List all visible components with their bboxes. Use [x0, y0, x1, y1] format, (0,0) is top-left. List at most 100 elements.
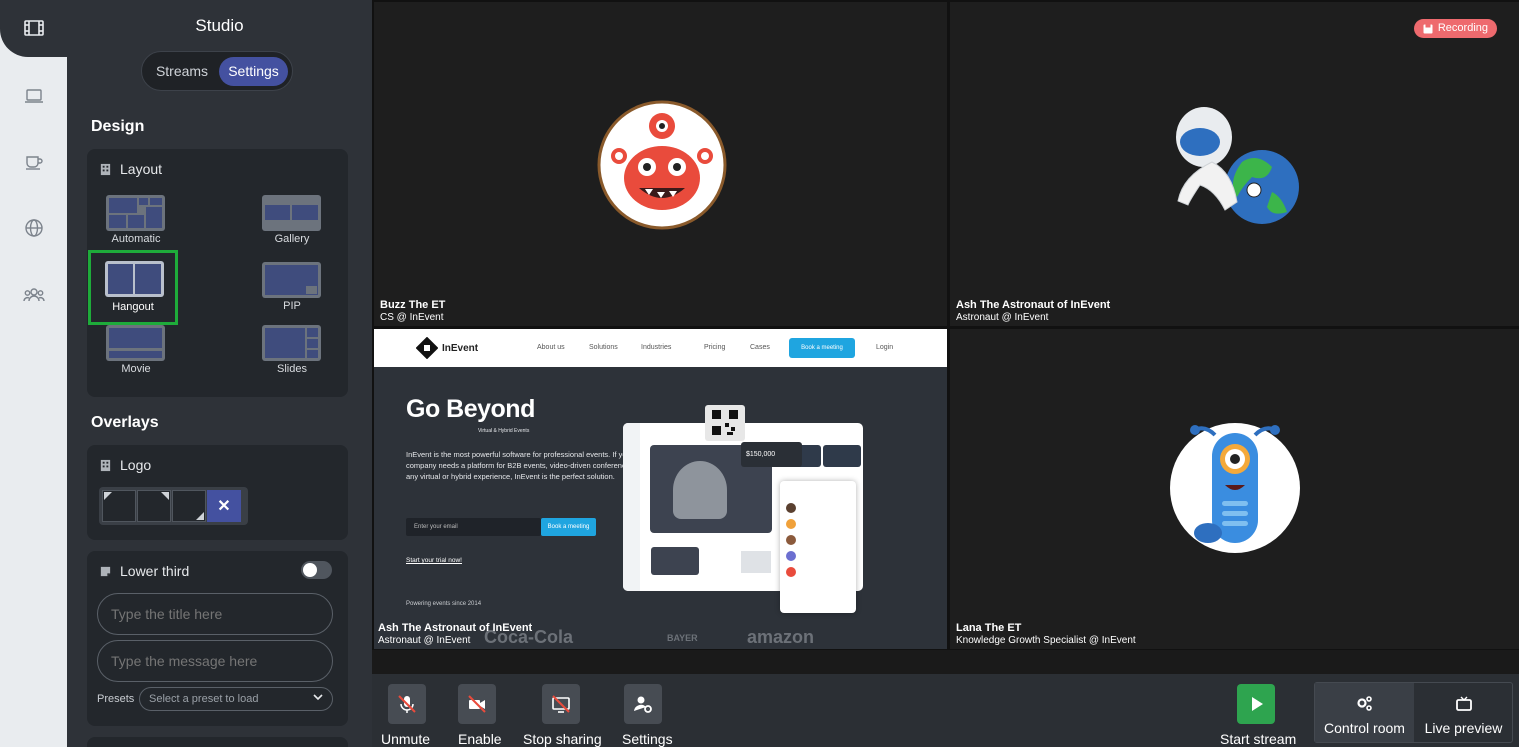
- share-headline: Go Beyond: [406, 395, 535, 423]
- participant-role: Knowledge Growth Specialist @ InEvent: [956, 635, 1136, 646]
- tab-settings[interactable]: Settings: [219, 57, 288, 86]
- design-heading: Design: [91, 118, 145, 135]
- layout-card: Layout Automatic Gallery Hangout PIP Mov…: [87, 149, 348, 397]
- next-overlay-card: [87, 737, 348, 747]
- share-book-button: Book a meeting: [789, 338, 855, 358]
- layout-movie[interactable]: Movie: [96, 325, 176, 385]
- panel-title: Studio: [195, 16, 244, 35]
- studio-icon[interactable]: [0, 3, 67, 53]
- share-nav-link: About us: [537, 344, 565, 351]
- control-room-button[interactable]: Control room: [1315, 683, 1414, 742]
- unmute-label: Unmute: [381, 731, 431, 747]
- layout-pip-label: PIP: [283, 300, 301, 312]
- stop-sharing-label: Stop sharing: [523, 731, 602, 747]
- logo-top-left[interactable]: [102, 490, 136, 522]
- left-rail: [0, 0, 67, 747]
- layout-slides[interactable]: Slides: [252, 325, 332, 385]
- participant-name: Buzz The ET: [380, 299, 446, 311]
- presets-label: Presets: [97, 693, 135, 705]
- share-paragraph: InEvent is the most powerful software fo…: [406, 450, 645, 481]
- user-settings-icon: [624, 684, 662, 724]
- logo-top-right[interactable]: [137, 490, 171, 522]
- screen-share-off-icon: [542, 684, 580, 724]
- play-icon: [1237, 684, 1275, 724]
- bottom-right-corner-icon: [196, 512, 204, 520]
- share-nav-link: Industries: [641, 344, 672, 351]
- logo-title: Logo: [120, 457, 152, 473]
- layout-header: Layout: [99, 161, 162, 177]
- participant-tile[interactable]: Buzz The ET CS @ InEvent: [374, 2, 947, 326]
- start-stream-label: Start stream: [1220, 731, 1297, 747]
- astronaut-avatar-icon: [1176, 107, 1299, 224]
- share-nav-link: Cases: [750, 344, 770, 351]
- share-app-side-panel: [780, 481, 856, 613]
- layout-automatic[interactable]: Automatic: [96, 195, 176, 255]
- building-icon: [100, 459, 111, 471]
- share-price-card: $150,000: [741, 442, 802, 467]
- alien-avatar-icon: [1170, 423, 1300, 553]
- layout-pip[interactable]: PIP: [252, 262, 332, 322]
- share-login-link: Login: [876, 344, 894, 351]
- settings-button[interactable]: Settings: [622, 684, 673, 747]
- presets-select-value: Select a preset to load: [149, 693, 259, 705]
- live-preview-button[interactable]: Live preview: [1414, 683, 1513, 742]
- people-icon[interactable]: [0, 270, 67, 320]
- lower-third-card: Lower third Presets Select a preset to l…: [87, 551, 348, 726]
- stage-grid: Buzz The ET CS @ InEvent Recording Ash T…: [372, 0, 1519, 650]
- share-powering-text: Powering events since 2014: [406, 601, 482, 607]
- layout-slides-thumb: [262, 325, 321, 361]
- note-icon: [100, 566, 111, 576]
- tab-streams[interactable]: Streams: [148, 57, 216, 86]
- enable-label: Enable: [458, 731, 502, 747]
- globe-icon[interactable]: [0, 203, 67, 253]
- logo-card: Logo ✕: [87, 445, 348, 540]
- participant-role: CS @ InEvent: [380, 312, 444, 323]
- building-icon: [100, 163, 111, 175]
- lower-third-message-input[interactable]: [97, 640, 333, 682]
- participant-role: Astronaut @ InEvent: [378, 635, 471, 646]
- laptop-icon[interactable]: [0, 71, 67, 121]
- recording-label: Recording: [1437, 22, 1488, 34]
- layout-hangout[interactable]: Hangout: [88, 250, 178, 325]
- start-stream-button[interactable]: Start stream: [1220, 684, 1297, 747]
- top-right-corner-icon: [161, 492, 169, 500]
- layout-movie-label: Movie: [121, 363, 151, 375]
- chevron-down-icon: [313, 694, 323, 701]
- share-website-nav: InEvent About us Solutions Industries Pr…: [374, 329, 947, 367]
- participant-tile[interactable]: Recording Ash The Astronaut of InEvent A…: [950, 2, 1519, 326]
- unmute-button[interactable]: Unmute: [381, 684, 430, 747]
- layout-pip-thumb: [262, 262, 321, 298]
- app-root: Studio Streams Settings Design Layout Au…: [0, 0, 1519, 747]
- tv-icon: [1455, 696, 1472, 711]
- share-nav-link: Pricing: [704, 344, 726, 351]
- layout-hangout-thumb: [105, 261, 164, 297]
- participant-tile[interactable]: Lana The ET Knowledge Growth Specialist …: [950, 329, 1519, 649]
- gears-icon: [1356, 696, 1372, 711]
- presets-select[interactable]: Select a preset to load: [139, 687, 333, 711]
- layout-gallery[interactable]: Gallery: [252, 195, 332, 255]
- coffee-icon[interactable]: [0, 136, 67, 186]
- lower-third-title-input[interactable]: [97, 593, 333, 635]
- share-subheadline: Virtual & Hybrid Events: [478, 428, 530, 434]
- recording-badge: Recording: [1413, 19, 1497, 38]
- stop-sharing-button[interactable]: Stop sharing: [523, 684, 602, 747]
- logo-position-picker: ✕: [99, 487, 248, 525]
- camera-off-icon: [458, 684, 496, 724]
- save-icon: [1423, 24, 1433, 33]
- panel-tabs: Streams Settings: [141, 51, 293, 91]
- lower-third-toggle[interactable]: [301, 561, 332, 579]
- logo-clear-button[interactable]: ✕: [207, 490, 241, 522]
- settings-label: Settings: [622, 731, 673, 747]
- layout-slides-label: Slides: [277, 363, 307, 375]
- inevent-logo-icon: [416, 337, 438, 359]
- share-logo-amazon: amazon: [747, 627, 815, 647]
- live-preview-label: Live preview: [1424, 720, 1503, 736]
- view-switch: Control room Live preview: [1314, 682, 1513, 743]
- logo-bottom-right[interactable]: [172, 490, 206, 522]
- screen-share-tile[interactable]: InEvent About us Solutions Industries Pr…: [374, 329, 947, 649]
- enable-camera-button[interactable]: Enable: [458, 684, 502, 747]
- overlays-heading: Overlays: [91, 414, 159, 431]
- share-trial-link: Start your trial now!: [406, 557, 462, 564]
- layout-movie-thumb: [106, 325, 165, 361]
- layout-gallery-label: Gallery: [274, 233, 310, 245]
